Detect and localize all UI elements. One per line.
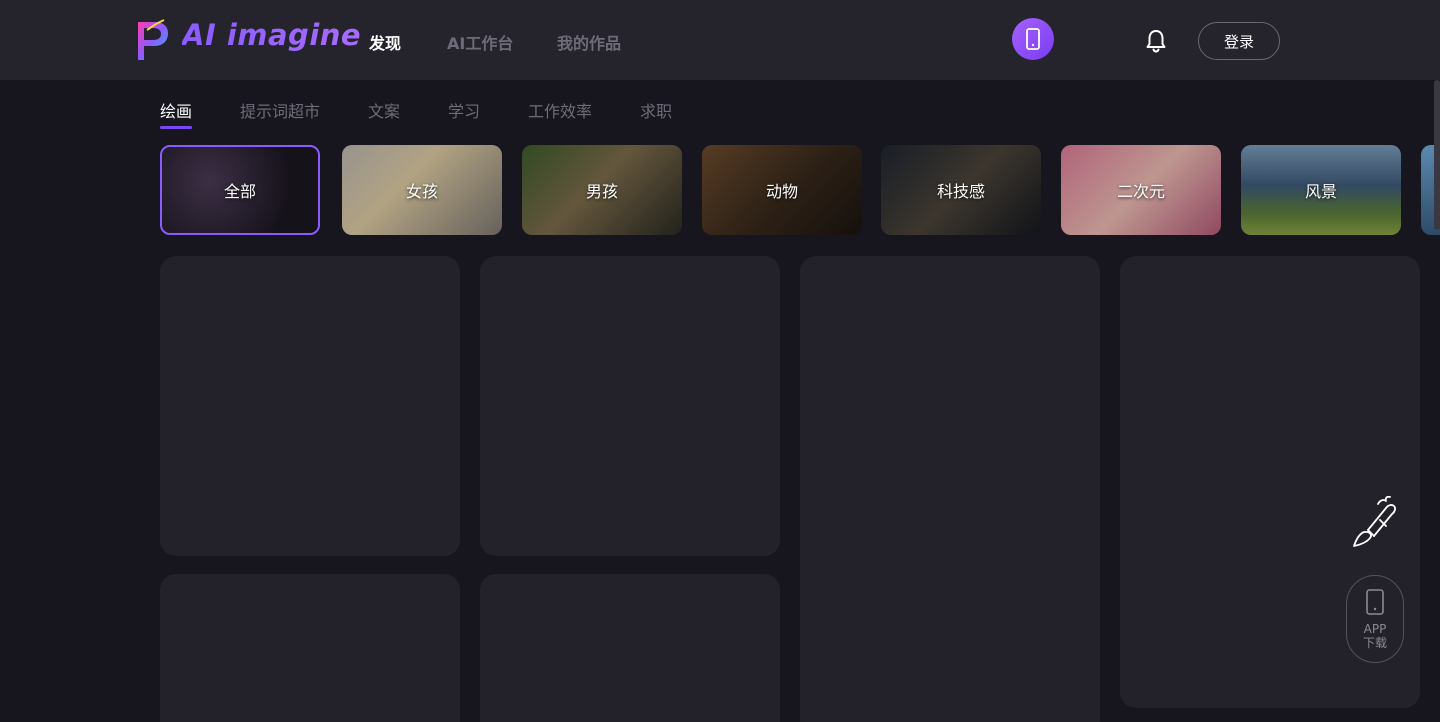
- category-scenery[interactable]: 风景: [1241, 145, 1401, 235]
- nav-discover[interactable]: 发现: [369, 30, 401, 54]
- smartphone-icon: [1366, 589, 1384, 615]
- category-all[interactable]: 全部: [160, 145, 320, 235]
- category-anime[interactable]: 二次元: [1061, 145, 1221, 235]
- category-animal[interactable]: 动物: [702, 145, 862, 235]
- login-button[interactable]: 登录: [1198, 22, 1280, 60]
- tab-work-efficiency[interactable]: 工作效率: [528, 98, 592, 122]
- app-download-sublabel: 下载: [1362, 636, 1387, 650]
- category-label: 二次元: [1116, 182, 1165, 201]
- tab-copywriting[interactable]: 文案: [368, 98, 400, 122]
- tab-job-search[interactable]: 求职: [640, 98, 672, 122]
- category-tech[interactable]: 科技感: [881, 145, 1041, 235]
- brand-name[interactable]: AI imagine: [182, 18, 361, 52]
- app-download-button[interactable]: APP 下载: [1346, 575, 1404, 663]
- nav-ai-workbench[interactable]: AI工作台: [447, 30, 513, 54]
- category-girl[interactable]: 女孩: [342, 145, 502, 235]
- app-phone-button[interactable]: [1012, 18, 1054, 60]
- tab-learning[interactable]: 学习: [448, 98, 480, 122]
- tab-prompt-market[interactable]: 提示词超市: [240, 98, 320, 122]
- bell-icon[interactable]: [1143, 28, 1169, 54]
- nav-my-works[interactable]: 我的作品: [557, 30, 621, 54]
- gallery-card[interactable]: [800, 256, 1100, 722]
- gallery-card[interactable]: [480, 574, 780, 722]
- scrollbar[interactable]: [1434, 80, 1440, 230]
- category-label: 动物: [765, 182, 798, 201]
- top-bar: AI imagine 发现 AI工作台 我的作品 登录: [0, 0, 1440, 80]
- gallery-card[interactable]: [160, 574, 460, 722]
- category-label: 全部: [223, 182, 256, 201]
- app-download-label: APP: [1363, 622, 1387, 636]
- category-label: 女孩: [405, 182, 438, 201]
- category-boy[interactable]: 男孩: [522, 145, 682, 235]
- logo-icon[interactable]: [134, 18, 170, 62]
- category-label: 男孩: [585, 182, 618, 201]
- category-label: 风景: [1304, 182, 1337, 201]
- paintbrush-icon[interactable]: [1350, 496, 1400, 550]
- category-label: 科技感: [936, 182, 985, 201]
- smartphone-icon: [1026, 28, 1040, 50]
- gallery-card[interactable]: [480, 256, 780, 556]
- gallery-card[interactable]: [160, 256, 460, 556]
- tab-painting[interactable]: 绘画: [160, 98, 193, 129]
